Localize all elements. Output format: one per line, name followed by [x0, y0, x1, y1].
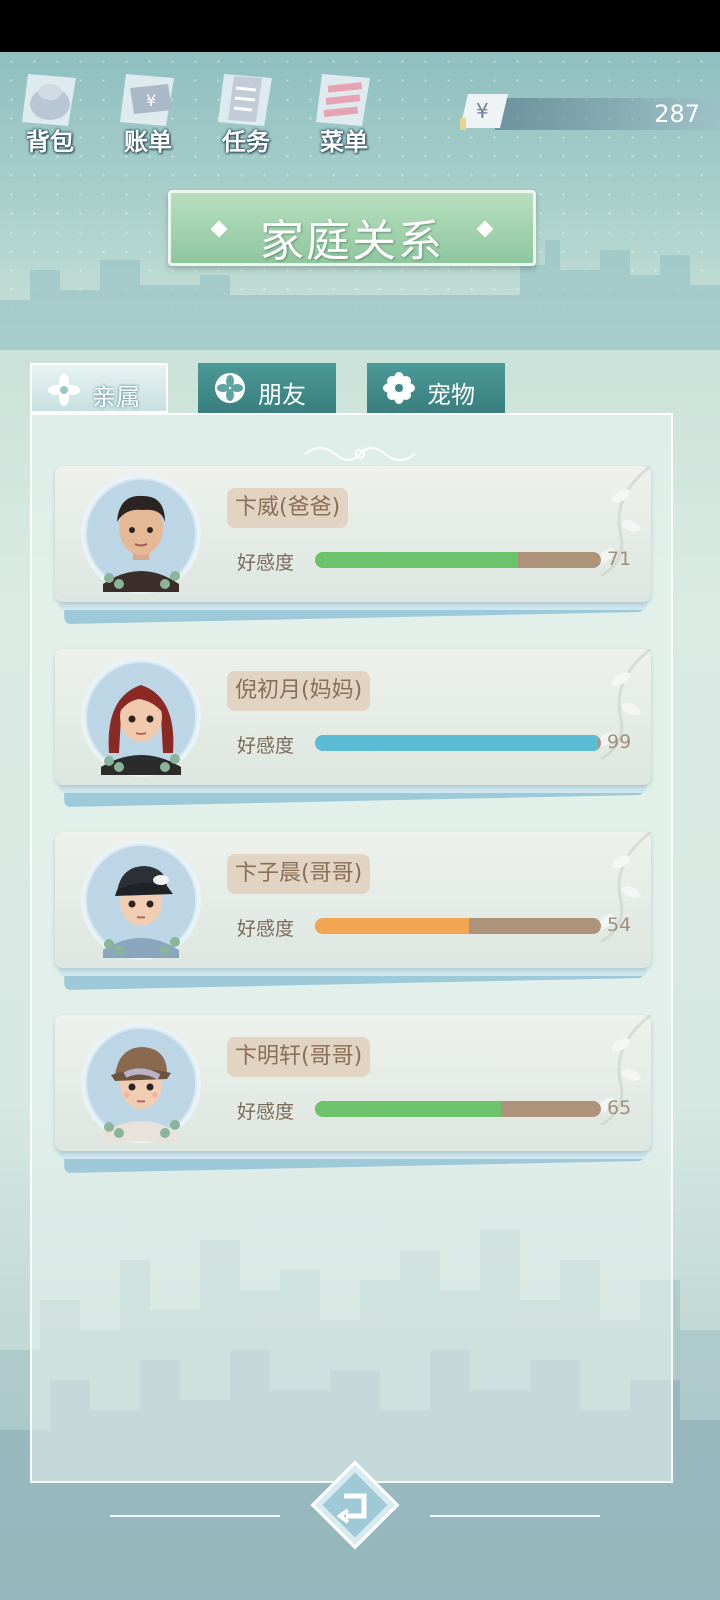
affinity-value: 54 — [607, 914, 632, 936]
ornament-icon — [304, 447, 416, 461]
tab-friends-label: 朋友 — [258, 381, 306, 409]
nav-task-label: 任务 — [222, 128, 270, 156]
nav-task-button[interactable]: 任务 — [201, 60, 291, 160]
yuan-icon: ¥ — [460, 94, 508, 130]
affinity-value: 99 — [607, 731, 632, 753]
member-name: 倪初月(妈妈) — [227, 671, 371, 711]
affinity-bar-fill — [315, 918, 470, 934]
avatar — [81, 474, 201, 594]
affinity-label: 好感度 — [237, 735, 295, 757]
member-name: 卞子晨(哥哥) — [227, 854, 371, 894]
tab-relatives[interactable]: 亲属 — [30, 363, 168, 413]
affinity-bar-fill — [315, 1101, 501, 1117]
nav-menu-button[interactable]: 菜单 — [299, 60, 389, 160]
flower-icon — [383, 372, 415, 404]
page-title-banner: 家庭关系 — [168, 190, 536, 267]
affinity-bar-fill — [315, 552, 519, 568]
nav-backpack-label: 背包 — [26, 128, 74, 156]
avatar — [81, 840, 201, 960]
nav-bill-label: 账单 — [124, 128, 172, 156]
tab-pets-label: 宠物 — [427, 381, 475, 409]
tab-relatives-label: 亲属 — [92, 383, 140, 411]
status-bar — [0, 0, 720, 52]
svg-text:¥: ¥ — [146, 91, 156, 110]
currency-value: 287 — [654, 100, 700, 128]
affinity-bar — [315, 918, 601, 934]
relation-card[interactable]: 卞威(爸爸) 好感度 71 — [55, 466, 651, 625]
page-title: 家庭关系 — [260, 216, 444, 267]
affinity-bar-fill — [315, 735, 599, 751]
relation-card[interactable]: 卞子晨(哥哥) 好感度 54 — [55, 832, 651, 991]
affinity-value: 71 — [607, 548, 632, 570]
avatar — [81, 1023, 201, 1143]
affinity-bar — [315, 552, 601, 568]
member-name: 卞明轩(哥哥) — [227, 1037, 371, 1077]
svg-text:¥: ¥ — [476, 99, 489, 123]
affinity-bar — [315, 1101, 601, 1117]
affinity-bar — [315, 735, 601, 751]
affinity-label: 好感度 — [237, 1101, 295, 1123]
nav-backpack-button[interactable]: 背包 — [5, 60, 95, 160]
back-button[interactable] — [310, 1460, 400, 1550]
affinity-label: 好感度 — [237, 552, 295, 574]
affinity-value: 65 — [607, 1097, 632, 1119]
decor-line-right — [430, 1515, 600, 1517]
nav-menu-label: 菜单 — [320, 128, 368, 156]
affinity-label: 好感度 — [237, 918, 295, 940]
avatar — [81, 657, 201, 777]
relation-card[interactable]: 卞明轩(哥哥) 好感度 65 — [55, 1015, 651, 1174]
flower-icon — [48, 374, 80, 406]
member-name: 卞威(爸爸) — [227, 488, 349, 528]
currency-display: ¥ 287 — [460, 90, 720, 132]
tab-pets[interactable]: 宠物 — [367, 363, 505, 413]
nav-bill-button[interactable]: ¥ 账单 — [103, 60, 193, 160]
decor-line-left — [110, 1515, 280, 1517]
tab-friends[interactable]: 朋友 — [198, 363, 336, 413]
relation-card[interactable]: 倪初月(妈妈) 好感度 99 — [55, 649, 651, 808]
flower-icon — [215, 373, 245, 403]
